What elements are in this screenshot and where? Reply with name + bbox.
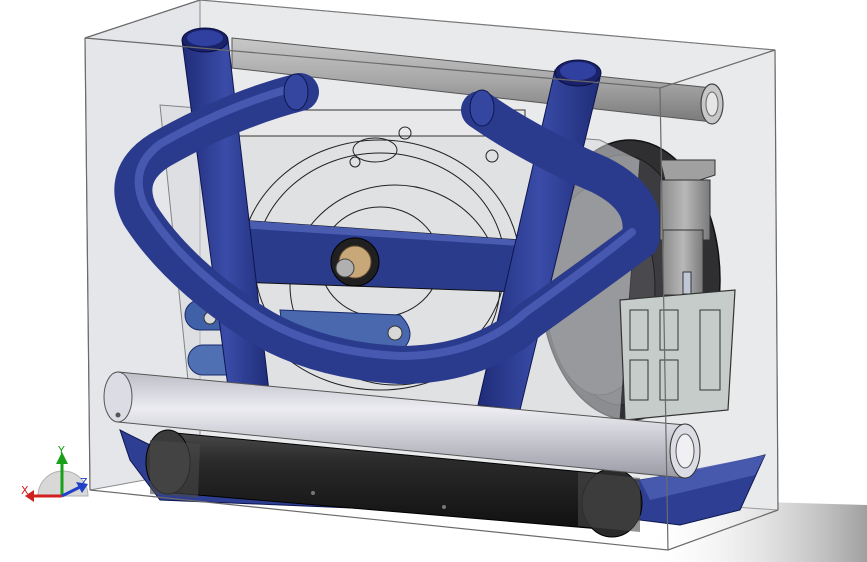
cad-3d-viewport[interactable]: Y X Z (0, 0, 867, 562)
coordinate-triad: Y X Z (21, 444, 89, 502)
x-axis-label: X (21, 484, 29, 497)
y-axis-label: Y (57, 444, 65, 457)
assembly-model[interactable]: Y X Z (0, 0, 867, 562)
right-pedal-bracket[interactable] (619, 289, 736, 421)
z-axis-label: Z (80, 476, 88, 489)
